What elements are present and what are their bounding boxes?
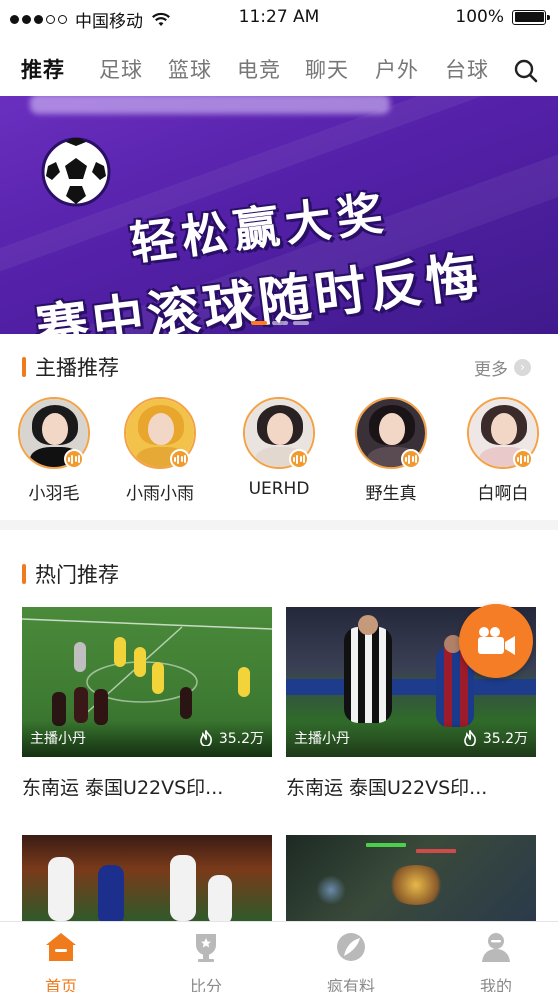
- live-audio-icon: [289, 449, 309, 469]
- streamer-name: UERHD: [248, 479, 310, 499]
- hot-section-title: 热门推荐: [22, 559, 119, 589]
- streamer-card[interactable]: 白啊白: [458, 397, 548, 504]
- live-audio-icon: [64, 449, 84, 469]
- streamer-name: 白啊白: [477, 484, 529, 504]
- live-audio-icon: [401, 449, 421, 469]
- pager-dot[interactable]: [272, 321, 288, 325]
- nav-item-me[interactable]: 我的: [456, 930, 536, 992]
- trophy-icon: [196, 934, 216, 962]
- ad-board: [286, 679, 536, 695]
- category-tabs: 推荐 足球 篮球 电竞 聊天 户外 台球: [0, 50, 558, 90]
- tab-billiards[interactable]: 台球: [445, 54, 489, 84]
- nav-item-home[interactable]: 首页: [21, 930, 101, 992]
- tab-basketball[interactable]: 篮球: [168, 54, 212, 84]
- banner-blur: [30, 96, 390, 114]
- tab-outdoor[interactable]: 户外: [375, 54, 419, 84]
- promo-banner[interactable]: 轻松赢大奖 赛中滚球随时反悔: [0, 96, 558, 334]
- battery-icon: [512, 9, 550, 25]
- streamer-card[interactable]: 野生真: [346, 397, 436, 504]
- video-thumbnail[interactable]: [22, 835, 272, 921]
- status-bar: 中国移动 11:27 AM 100%: [0, 0, 558, 36]
- status-bar-right: 100%: [455, 7, 550, 27]
- video-card[interactable]: 主播小丹 35.2万 东南运 泰国U22VS印...: [22, 607, 272, 800]
- bottom-nav: 首页 比分 疯有料 我的: [0, 921, 558, 992]
- tab-football[interactable]: 足球: [99, 54, 143, 84]
- flame-icon: [463, 730, 476, 746]
- more-button[interactable]: 更多 ›: [474, 355, 531, 380]
- streamer-card[interactable]: UERHD: [234, 397, 324, 499]
- tab-chat[interactable]: 聊天: [305, 54, 349, 84]
- view-count: 35.2万: [463, 728, 528, 748]
- view-count-value: 35.2万: [482, 731, 528, 747]
- search-icon[interactable]: [513, 58, 539, 84]
- view-count: 35.2万: [199, 728, 264, 748]
- video-camera-icon: [478, 627, 515, 655]
- soccer-ball-icon: [41, 137, 111, 207]
- hot-section-label: 热门推荐: [35, 563, 119, 587]
- flame-icon: [199, 730, 212, 746]
- video-author: 主播小丹: [30, 731, 86, 747]
- section-accent-bar: [22, 564, 26, 584]
- banner-pager: [251, 321, 309, 325]
- anchor-section-label: 主播推荐: [35, 356, 119, 380]
- home-icon: [46, 933, 76, 961]
- more-label: 更多: [474, 360, 508, 380]
- nav-item-feed[interactable]: 疯有料: [311, 930, 391, 992]
- nav-item-score[interactable]: 比分: [166, 930, 246, 992]
- nav-label: 疯有料: [326, 977, 375, 992]
- streamer-name: 野生真: [365, 484, 417, 504]
- streamer-card[interactable]: 小羽毛: [9, 397, 99, 504]
- anchor-section-title: 主播推荐: [22, 352, 119, 382]
- section-divider: [0, 520, 558, 530]
- tab-esports[interactable]: 电竞: [237, 54, 281, 84]
- nav-label: 比分: [189, 977, 222, 992]
- go-live-button[interactable]: [459, 604, 533, 678]
- tab-recommend[interactable]: 推荐: [21, 54, 65, 84]
- nav-label: 我的: [479, 977, 512, 992]
- video-thumbnail[interactable]: [286, 835, 536, 921]
- battery-percent: 100%: [455, 7, 504, 27]
- section-accent-bar: [22, 357, 26, 377]
- view-count-value: 35.2万: [218, 731, 264, 747]
- streamer-name: 小雨小雨: [126, 484, 194, 504]
- streamer-name: 小羽毛: [28, 484, 80, 504]
- streamer-card[interactable]: 小雨小雨: [115, 397, 205, 504]
- video-author: 主播小丹: [294, 731, 350, 747]
- live-audio-icon: [170, 449, 190, 469]
- user-icon: [482, 933, 510, 962]
- video-title[interactable]: 东南运 泰国U22VS印...: [286, 773, 536, 800]
- leaf-icon: [337, 933, 365, 961]
- pager-dot[interactable]: [293, 321, 309, 325]
- video-title[interactable]: 东南运 泰国U22VS印...: [22, 773, 272, 800]
- nav-label: 首页: [44, 977, 77, 992]
- live-audio-icon: [513, 449, 533, 469]
- chevron-right-icon: ›: [514, 359, 531, 376]
- video-thumbnail[interactable]: 主播小丹 35.2万: [22, 607, 272, 757]
- pager-dot[interactable]: [251, 321, 267, 325]
- video-card[interactable]: [22, 835, 272, 921]
- video-card[interactable]: [286, 835, 536, 921]
